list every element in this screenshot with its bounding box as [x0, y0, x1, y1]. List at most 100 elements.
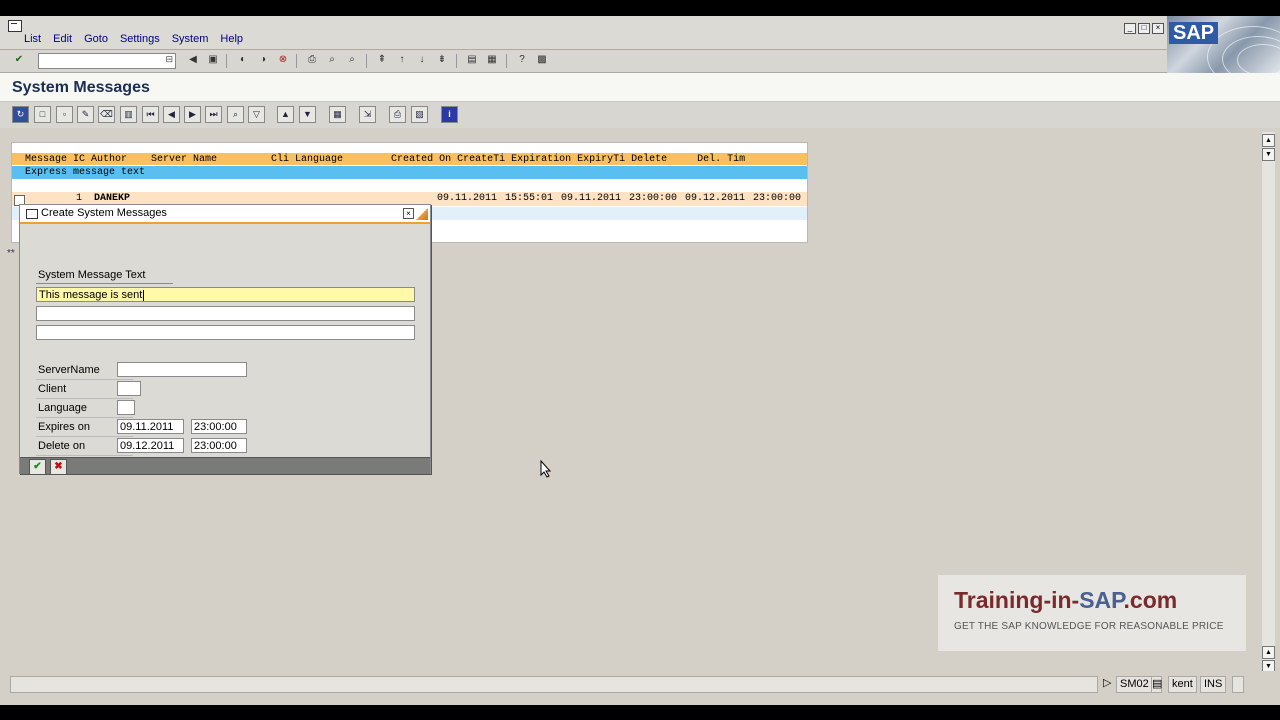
graphic-icon[interactable]: ▧ [411, 106, 428, 123]
list-end-marker: ** [7, 248, 15, 259]
training-watermark: Training-in-SAP.com GET THE SAP KNOWLEDG… [938, 575, 1246, 651]
checkmark-icon: ✔ [33, 461, 42, 472]
delete-on-label: Delete on [38, 440, 86, 452]
create-icon[interactable]: □ [34, 106, 51, 123]
delete-time-input[interactable]: 23:00:00 [191, 438, 247, 453]
next-page-icon[interactable]: ↓ [415, 53, 429, 67]
maximize-icon[interactable]: □ [1138, 23, 1150, 34]
list-subheader-text: Express message text [25, 167, 146, 178]
sort-descending-icon[interactable]: ▼ [299, 106, 316, 123]
search-icon[interactable]: ⌕ [227, 106, 244, 123]
back-arrow-icon[interactable]: ◀ [186, 53, 200, 67]
system-message-text-label: System Message Text [38, 269, 146, 281]
server-name-input[interactable] [117, 362, 247, 377]
find-icon[interactable]: ⌕ [325, 53, 339, 67]
dialog-close-icon[interactable]: × [403, 208, 414, 219]
command-field[interactable] [38, 53, 176, 69]
menu-bar: List Edit Goto Settings System Help _ □ … [0, 16, 1280, 76]
refresh-icon[interactable]: ↻ [12, 106, 29, 123]
enter-icon[interactable]: ✔ [12, 53, 26, 67]
shortcut-icon[interactable]: ▦ [485, 53, 499, 67]
first-page-icon[interactable]: ⇞ [375, 53, 389, 67]
previous-page-icon[interactable]: ↑ [395, 53, 409, 67]
sap-logo-text: SAP [1169, 22, 1219, 44]
vertical-scrollbar[interactable]: ▲ ▼ ▲ ▼ [1262, 132, 1275, 676]
scroll-top-icon[interactable]: ▲ [1262, 134, 1275, 147]
mouse-cursor-icon [540, 459, 552, 481]
status-expand-icon[interactable]: ▷ [1100, 676, 1114, 691]
find-next-icon[interactable]: ⌕ [345, 53, 359, 67]
sap-gui-window: List Edit Goto Settings System Help _ □ … [0, 16, 1280, 705]
language-input[interactable] [117, 400, 135, 415]
layout-menu-icon[interactable]: ▩ [535, 53, 549, 67]
cancel-icon[interactable]: ⊗ [276, 53, 290, 67]
watermark-brand: Training-in-SAP.com [954, 587, 1177, 614]
info-icon[interactable]: i [441, 106, 458, 123]
expires-on-label: Expires on [38, 421, 90, 433]
close-icon[interactable]: × [1152, 23, 1164, 34]
last-icon[interactable]: ⏭ [205, 106, 222, 123]
first-icon[interactable]: ⏮ [142, 106, 159, 123]
message-text-line-1[interactable]: This message is sent [36, 287, 415, 302]
expiration-date: 09.11.2011 [561, 193, 622, 204]
brand-part-3: .com [1123, 587, 1178, 613]
change-icon[interactable]: ✎ [77, 106, 94, 123]
list-subheader: Express message text [12, 166, 807, 179]
resize-handle-icon[interactable] [416, 208, 428, 220]
created-on: 09.11.2011 [437, 193, 498, 204]
menu-goto[interactable]: Goto [84, 33, 108, 45]
print-list-icon[interactable]: ⎙ [389, 106, 406, 123]
scroll-down-icon[interactable]: ▲ [1262, 646, 1275, 659]
expires-time-input[interactable]: 23:00:00 [191, 419, 247, 434]
sap-logo: SAP [1167, 16, 1280, 76]
details-icon[interactable]: ▥ [120, 106, 137, 123]
delete-icon[interactable]: ⌫ [98, 106, 115, 123]
menu-edit[interactable]: Edit [53, 33, 72, 45]
status-lock-icon [1232, 676, 1244, 693]
client-input[interactable] [117, 381, 141, 396]
application-toolbar: ↻ □ ▫ ✎ ⌫ ▥ ⏮ ◀ ▶ ⏭ ⌕ ▽ ▲ ▼ ▦ ⇲ ⎙ ▧ i [0, 102, 1280, 128]
save-button[interactable]: ✔ [29, 459, 46, 475]
cancel-button[interactable]: ✖ [50, 459, 67, 475]
menu-help[interactable]: Help [220, 33, 243, 45]
display-icon[interactable]: ▫ [56, 106, 73, 123]
toolbar-separator [456, 54, 457, 68]
exit-icon[interactable]: ◑ [256, 53, 270, 67]
menu-settings[interactable]: Settings [120, 33, 160, 45]
create-session-icon[interactable]: ▤ [465, 53, 479, 67]
window-menu-icon[interactable] [8, 20, 22, 32]
menu-system[interactable]: System [172, 33, 209, 45]
system-info-icon[interactable]: ▤ [1151, 676, 1162, 693]
layout-icon[interactable]: ▦ [329, 106, 346, 123]
filter-icon[interactable]: ▽ [248, 106, 265, 123]
user-name: kent [1168, 676, 1197, 693]
last-page-icon[interactable]: ⇟ [435, 53, 449, 67]
list-header: Message IC Author Server Name Cli Langua… [12, 153, 807, 165]
next-icon[interactable]: ▶ [184, 106, 201, 123]
screen-title-bar: System Messages [0, 73, 1280, 102]
dialog-window-icon[interactable] [26, 209, 38, 219]
menu-list[interactable]: List [24, 33, 41, 45]
print-icon[interactable]: ⎙ [305, 53, 319, 67]
minimize-icon[interactable]: _ [1124, 23, 1136, 34]
delete-date-input[interactable]: 09.12.2011 [117, 438, 184, 453]
insert-mode[interactable]: INS [1200, 676, 1227, 693]
transaction-code: SM02 [1116, 676, 1153, 693]
brand-part-1: Training-in- [954, 587, 1080, 613]
expiry-time: 23:00:00 [629, 193, 678, 204]
delete-time: 23:00:00 [753, 193, 802, 204]
save-icon[interactable]: ▣ [206, 53, 220, 67]
delete-date: 09.12.2011 [685, 193, 746, 204]
text-caret [143, 289, 145, 301]
message-text-line-2[interactable] [36, 306, 415, 321]
scroll-up-icon[interactable]: ▼ [1262, 148, 1275, 161]
expires-date-input[interactable]: 09.11.2011 [117, 419, 184, 434]
toolbar-separator [366, 54, 367, 68]
sort-ascending-icon[interactable]: ▲ [277, 106, 294, 123]
back-icon[interactable]: ◐ [236, 53, 250, 67]
message-text-line-3[interactable] [36, 325, 415, 340]
export-icon[interactable]: ⇲ [359, 106, 376, 123]
dialog-title-bar: Create System Messages × [20, 205, 430, 224]
previous-icon[interactable]: ◀ [163, 106, 180, 123]
help-icon[interactable]: ? [515, 53, 529, 67]
